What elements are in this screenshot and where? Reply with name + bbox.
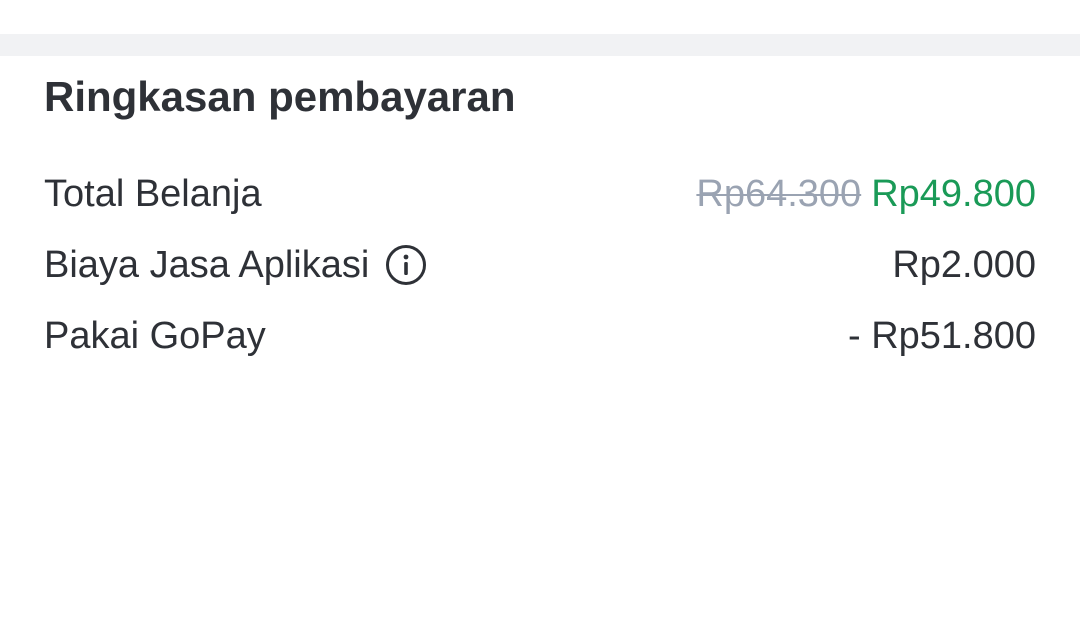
section-divider xyxy=(0,34,1080,56)
summary-row-gopay: Pakai GoPay - Rp51.800 xyxy=(44,311,1036,361)
biaya-jasa-value: Rp2.000 xyxy=(892,244,1036,286)
original-price: Rp64.300 xyxy=(696,173,862,215)
gopay-value: - Rp51.800 xyxy=(847,315,1036,357)
gopay-label: Pakai GoPay xyxy=(44,315,266,357)
discounted-price: Rp49.800 xyxy=(871,173,1036,215)
summary-row-total-belanja: Total Belanja Rp64.300 Rp49.800 xyxy=(44,169,1036,219)
summary-row-biaya-jasa: Biaya Jasa Aplikasi Rp2.000 xyxy=(44,240,1036,290)
total-belanja-label: Total Belanja xyxy=(44,173,262,215)
top-area xyxy=(0,0,1080,34)
info-icon[interactable] xyxy=(385,244,427,286)
section-title: Ringkasan pembayaran xyxy=(44,73,516,120)
biaya-jasa-label: Biaya Jasa Aplikasi xyxy=(44,244,370,286)
total-belanja-value: Rp64.300 Rp49.800 xyxy=(696,169,1036,219)
biaya-jasa-label-group: Biaya Jasa Aplikasi xyxy=(44,240,427,290)
